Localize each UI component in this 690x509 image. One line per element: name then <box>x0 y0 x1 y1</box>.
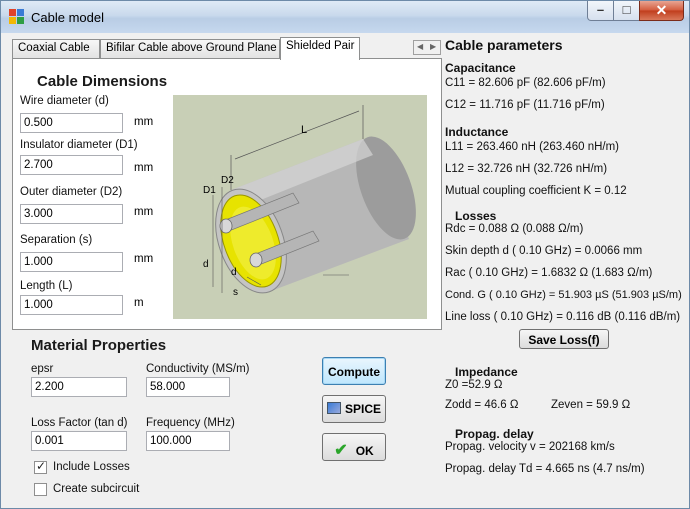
compute-button[interactable]: Compute <box>322 357 386 385</box>
window-title: Cable model <box>31 10 104 25</box>
include-losses-label[interactable]: Include Losses <box>53 461 130 473</box>
dim-label-d2: D2 <box>221 175 234 186</box>
loss-factor-label: Loss Factor (tan d) <box>31 417 128 429</box>
ok-button[interactable]: ✔ OK <box>322 433 386 461</box>
l11-value: L11 = 263.460 nH (263.460 nH/m) <box>445 141 619 153</box>
outer-diameter-input[interactable]: 3.000 <box>20 204 123 224</box>
create-subcircuit-checkbox[interactable] <box>34 483 47 496</box>
losses-heading: Losses <box>455 209 497 223</box>
create-subcircuit-label[interactable]: Create subcircuit <box>53 483 139 495</box>
dim-label-d-wire-2: d <box>231 267 237 278</box>
wire-diameter-input[interactable]: 0.500 <box>20 113 123 133</box>
loss-factor-input[interactable]: 0.001 <box>31 431 127 451</box>
tab-scroll-right-icon[interactable]: ▶ <box>430 42 436 51</box>
compute-label: Compute <box>328 365 380 379</box>
maximize-icon: □ <box>622 2 631 17</box>
epsr-label: epsr <box>31 363 54 375</box>
dim-label-d-wire-1: d <box>203 259 209 270</box>
green-checkmark-icon: ✔ <box>334 442 348 459</box>
insulator-diameter-unit: mm <box>134 162 154 174</box>
close-button[interactable]: ✕ <box>639 1 684 21</box>
c12-value: C12 = 11.716 pF (11.716 pF/m) <box>445 99 605 111</box>
tab-scroll-left-icon[interactable]: ◀ <box>417 42 423 51</box>
insulator-diameter-input[interactable]: 2.700 <box>20 155 123 175</box>
spice-icon <box>326 402 341 414</box>
rdc-value: Rdc = 0.088 Ω (0.088 Ω/m) <box>445 223 584 235</box>
length-unit: m <box>134 297 144 309</box>
maximize-button[interactable]: □ <box>613 1 640 21</box>
dim-label-s: s <box>233 287 238 298</box>
include-losses-checkbox[interactable]: ✓ <box>34 459 47 474</box>
dim-label-d1: D1 <box>203 185 216 196</box>
cable-model-window: Cable model – □ ✕ Coaxial Cable Bifilar … <box>0 0 690 509</box>
app-icon <box>9 9 24 24</box>
rac-value: Rac ( 0.10 GHz) = 1.6832 Ω (1.683 Ω/m) <box>445 267 653 279</box>
spice-button[interactable]: SPICE <box>322 395 386 423</box>
cable-dimensions-heading: Cable Dimensions <box>37 73 168 90</box>
conductivity-label: Conductivity (MS/m) <box>146 363 250 375</box>
propagation-velocity-value: Propag. velocity v = 202168 km/s <box>445 441 615 453</box>
separation-unit: mm <box>134 253 154 265</box>
frequency-label: Frequency (MHz) <box>146 417 235 429</box>
capacitance-heading: Capacitance <box>445 61 516 75</box>
save-loss-button[interactable]: Save Loss(f) <box>519 329 609 349</box>
conductivity-input[interactable]: 58.000 <box>146 377 230 397</box>
mutual-coupling-value: Mutual coupling coefficient K = 0.12 <box>445 185 627 197</box>
shielded-pair-illustration: L D2 D1 d d s <box>203 105 416 298</box>
title-bar[interactable]: Cable model – □ ✕ <box>1 1 689 33</box>
close-icon: ✕ <box>655 2 668 18</box>
minimize-button[interactable]: – <box>587 1 614 21</box>
conductance-value: Cond. G ( 0.10 GHz) = 51.903 µS (51.903 … <box>445 289 682 301</box>
spice-label: SPICE <box>344 402 381 416</box>
frequency-input[interactable]: 100.000 <box>146 431 230 451</box>
zodd-value: Zodd = 46.6 Ω <box>445 399 519 411</box>
skin-depth-value: Skin depth d ( 0.10 GHz) = 0.0066 mm <box>445 245 643 257</box>
insulator-diameter-label: Insulator diameter (D1) <box>20 139 138 151</box>
length-label: Length (L) <box>20 280 73 292</box>
dim-label-length: L <box>301 124 307 136</box>
c11-value: C11 = 82.606 pF (82.606 pF/m) <box>445 77 606 89</box>
shielded-pair-panel: Cable Dimensions Wire diameter (d) 0.500… <box>12 58 442 330</box>
tab-shielded-pair[interactable]: Shielded Pair <box>280 37 360 60</box>
checkmark-icon: ✓ <box>36 459 47 473</box>
cable-parameters-heading: Cable parameters <box>445 37 563 53</box>
wire-diameter-unit: mm <box>134 116 154 128</box>
length-input[interactable]: 1.000 <box>20 295 123 315</box>
separation-label: Separation (s) <box>20 234 93 246</box>
tab-coaxial-cable[interactable]: Coaxial Cable <box>12 39 100 59</box>
l12-value: L12 = 32.726 nH (32.726 nH/m) <box>445 163 608 175</box>
zeven-value: Zeven = 59.9 Ω <box>551 399 631 411</box>
inductance-heading: Inductance <box>445 125 509 139</box>
impedance-heading: Impedance <box>455 365 518 379</box>
cable-diagram: L D2 D1 d d s <box>173 95 427 319</box>
outer-diameter-unit: mm <box>134 206 154 218</box>
material-properties-heading: Material Properties <box>31 337 167 354</box>
line-loss-value: Line loss ( 0.10 GHz) = 0.116 dB (0.116 … <box>445 311 681 323</box>
wire-diameter-label: Wire diameter (d) <box>20 95 109 107</box>
ok-label: OK <box>355 444 374 458</box>
cable-parameters-panel: Cable parameters Capacitance C11 = 82.60… <box>445 37 690 507</box>
epsr-input[interactable]: 2.200 <box>31 377 127 397</box>
tab-bifilar-cable[interactable]: Bifilar Cable above Ground Plane <box>100 39 280 59</box>
z0-value: Z0 =52.9 Ω <box>445 379 503 391</box>
tab-scroll-buttons[interactable]: ◀ ▶ <box>413 40 441 55</box>
separation-input[interactable]: 1.000 <box>20 252 123 272</box>
minimize-icon: – <box>596 2 605 17</box>
outer-diameter-label: Outer diameter (D2) <box>20 186 123 198</box>
propagation-delay-value: Propag. delay Td = 4.665 ns (4.7 ns/m) <box>445 463 645 475</box>
propagation-delay-heading: Propag. delay <box>455 427 534 441</box>
